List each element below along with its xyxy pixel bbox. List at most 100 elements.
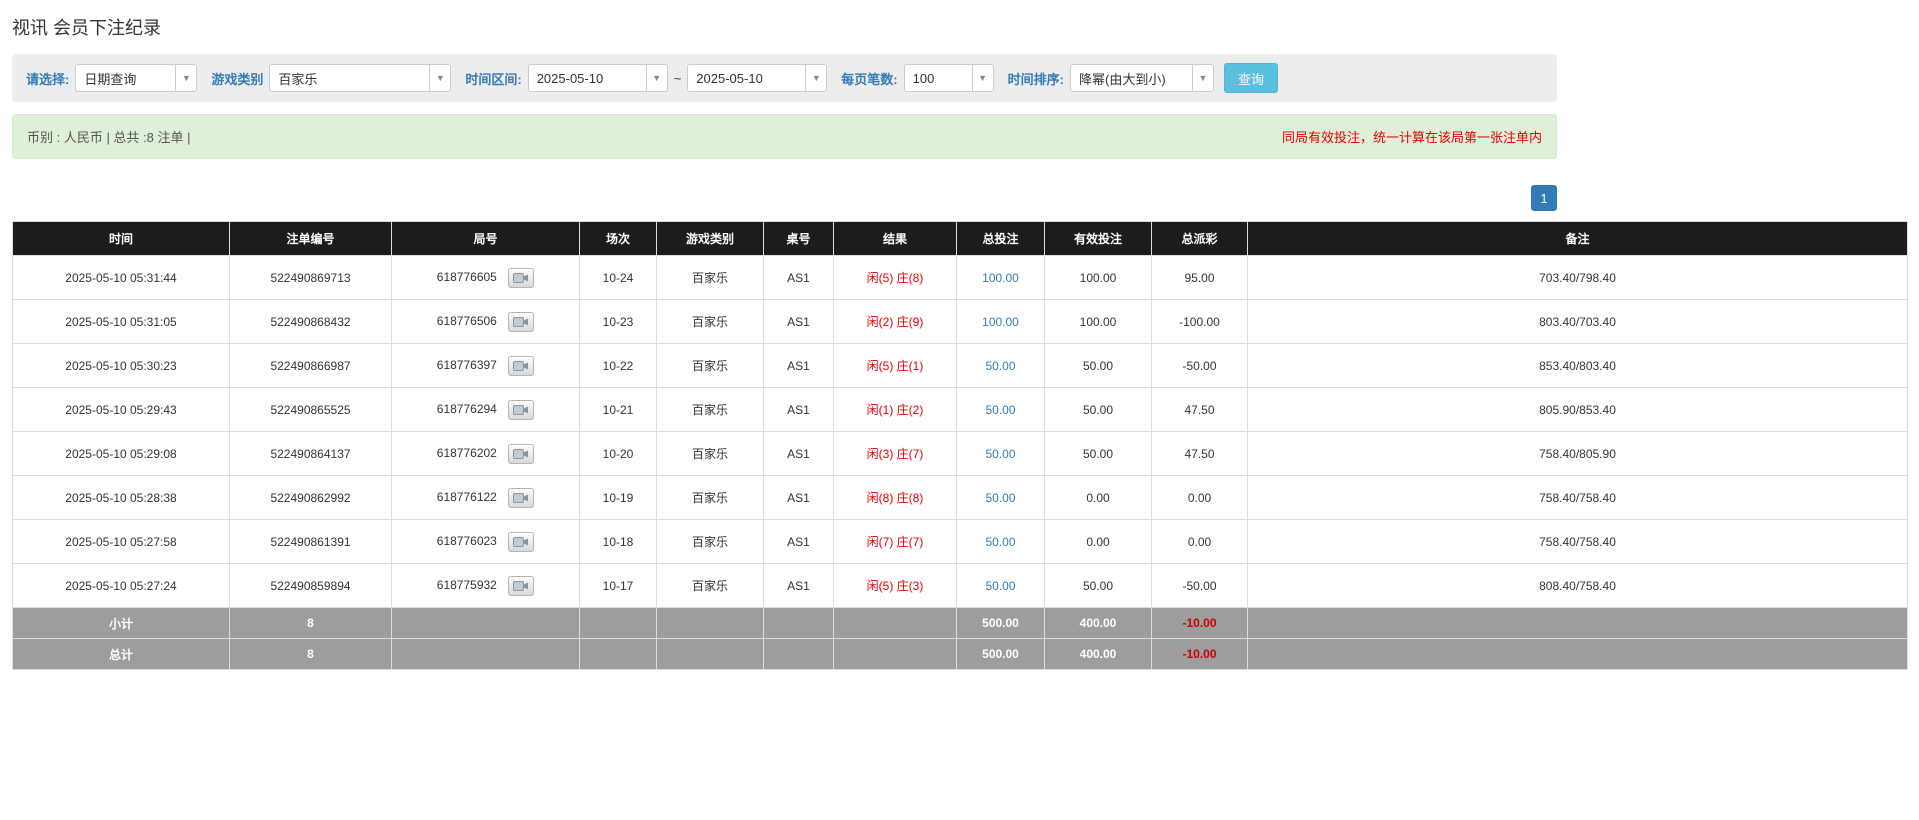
cell-session: 10-20 <box>580 432 657 476</box>
video-replay-icon[interactable] <box>508 268 534 288</box>
cell-time: 2025-05-10 05:28:38 <box>13 476 230 520</box>
column-header: 局号 <box>392 222 580 256</box>
sort-order-select: ▼ <box>1070 64 1214 92</box>
pagination: 1 <box>12 185 1557 211</box>
result-player: 闲(5) <box>867 271 894 285</box>
column-header: 注单编号 <box>230 222 392 256</box>
column-header: 备注 <box>1248 222 1908 256</box>
cell-result: 闲(7) 庄(7) <box>834 520 957 564</box>
footer-cell <box>580 639 657 670</box>
chevron-down-icon[interactable]: ▼ <box>429 64 451 92</box>
cell-time: 2025-05-10 05:31:05 <box>13 300 230 344</box>
table-row: 2025-05-10 05:31:05 522490868432 6187765… <box>13 300 1908 344</box>
cell-bet-id: 522490862992 <box>230 476 392 520</box>
date-to-picker: ▼ <box>687 64 827 92</box>
table-row: 2025-05-10 05:29:08 522490864137 6187762… <box>13 432 1908 476</box>
cell-table-no: AS1 <box>764 256 834 300</box>
chevron-down-icon[interactable]: ▼ <box>175 64 197 92</box>
table-header-row: 时间注单编号局号场次游戏类别桌号结果总投注有效投注总派彩备注 <box>13 222 1908 256</box>
round-id-text: 618776506 <box>437 314 497 328</box>
table-row: 2025-05-10 05:29:43 522490865525 6187762… <box>13 388 1908 432</box>
cell-valid-bet: 50.00 <box>1045 344 1152 388</box>
date-to-input[interactable] <box>687 64 805 92</box>
table-row: 2025-05-10 05:31:44 522490869713 6187766… <box>13 256 1908 300</box>
cell-total-bet[interactable]: 100.00 <box>957 300 1045 344</box>
cell-session: 10-24 <box>580 256 657 300</box>
video-replay-icon[interactable] <box>508 356 534 376</box>
cell-round-id: 618775932 <box>392 564 580 608</box>
footer-cell <box>580 608 657 639</box>
cell-bet-id: 522490864137 <box>230 432 392 476</box>
sort-order-input[interactable] <box>1070 64 1192 92</box>
footer-cell <box>834 639 957 670</box>
cell-result: 闲(1) 庄(2) <box>834 388 957 432</box>
column-header: 桌号 <box>764 222 834 256</box>
video-replay-icon[interactable] <box>508 444 534 464</box>
cell-total-bet[interactable]: 50.00 <box>957 564 1045 608</box>
video-replay-icon[interactable] <box>508 488 534 508</box>
result-banker: 庄(7) <box>897 447 924 461</box>
cell-payout: 95.00 <box>1152 256 1248 300</box>
round-id-text: 618776294 <box>437 402 497 416</box>
game-type-input[interactable] <box>269 64 429 92</box>
round-id-text: 618776605 <box>437 270 497 284</box>
footer-cell <box>834 608 957 639</box>
video-replay-icon[interactable] <box>508 532 534 552</box>
page-title: 视讯 会员下注纪录 <box>12 14 1907 40</box>
page-size-input[interactable] <box>904 64 972 92</box>
footer-cell: -10.00 <box>1152 639 1248 670</box>
footer-cell: -10.00 <box>1152 608 1248 639</box>
page-number-button[interactable]: 1 <box>1531 185 1557 211</box>
cell-payout: 47.50 <box>1152 388 1248 432</box>
cell-payout: -50.00 <box>1152 344 1248 388</box>
cell-round-id: 618776506 <box>392 300 580 344</box>
chevron-down-icon[interactable]: ▼ <box>805 64 827 92</box>
bet-records-table: 时间注单编号局号场次游戏类别桌号结果总投注有效投注总派彩备注 2025-05-1… <box>12 221 1908 670</box>
cell-total-bet[interactable]: 50.00 <box>957 344 1045 388</box>
cell-total-bet[interactable]: 50.00 <box>957 520 1045 564</box>
result-player: 闲(5) <box>867 359 894 373</box>
cell-time: 2025-05-10 05:29:08 <box>13 432 230 476</box>
cell-table-no: AS1 <box>764 564 834 608</box>
cell-time: 2025-05-10 05:27:24 <box>13 564 230 608</box>
cell-bet-id: 522490866987 <box>230 344 392 388</box>
cell-time: 2025-05-10 05:31:44 <box>13 256 230 300</box>
cell-round-id: 618776294 <box>392 388 580 432</box>
query-type-input[interactable] <box>75 64 175 92</box>
cell-result: 闲(8) 庄(8) <box>834 476 957 520</box>
footer-cell: 8 <box>230 639 392 670</box>
cell-note: 758.40/805.90 <box>1248 432 1908 476</box>
video-replay-icon[interactable] <box>508 400 534 420</box>
cell-table-no: AS1 <box>764 344 834 388</box>
cell-total-bet[interactable]: 100.00 <box>957 256 1045 300</box>
cell-time: 2025-05-10 05:27:58 <box>13 520 230 564</box>
video-replay-icon[interactable] <box>508 576 534 596</box>
footer-cell: 总计 <box>13 639 230 670</box>
search-button[interactable]: 查询 <box>1224 63 1278 93</box>
result-player: 闲(2) <box>867 315 894 329</box>
chevron-down-icon[interactable]: ▼ <box>972 64 994 92</box>
cell-bet-id: 522490865525 <box>230 388 392 432</box>
video-replay-icon[interactable] <box>508 312 534 332</box>
cell-game-type: 百家乐 <box>657 432 764 476</box>
cell-total-bet[interactable]: 50.00 <box>957 476 1045 520</box>
cell-total-bet[interactable]: 50.00 <box>957 432 1045 476</box>
column-header: 游戏类别 <box>657 222 764 256</box>
cell-payout: 0.00 <box>1152 476 1248 520</box>
cell-game-type: 百家乐 <box>657 388 764 432</box>
cell-note: 758.40/758.40 <box>1248 520 1908 564</box>
column-header: 总投注 <box>957 222 1045 256</box>
cell-valid-bet: 50.00 <box>1045 388 1152 432</box>
cell-note: 808.40/758.40 <box>1248 564 1908 608</box>
sort-order-label: 时间排序: <box>1008 69 1064 88</box>
result-banker: 庄(8) <box>897 271 924 285</box>
cell-table-no: AS1 <box>764 300 834 344</box>
date-from-input[interactable] <box>528 64 646 92</box>
chevron-down-icon[interactable]: ▼ <box>646 64 668 92</box>
chevron-down-icon[interactable]: ▼ <box>1192 64 1214 92</box>
table-row: 2025-05-10 05:28:38 522490862992 6187761… <box>13 476 1908 520</box>
footer-cell <box>1248 639 1908 670</box>
game-type-label: 游戏类别 <box>211 69 263 88</box>
cell-total-bet[interactable]: 50.00 <box>957 388 1045 432</box>
cell-payout: 0.00 <box>1152 520 1248 564</box>
